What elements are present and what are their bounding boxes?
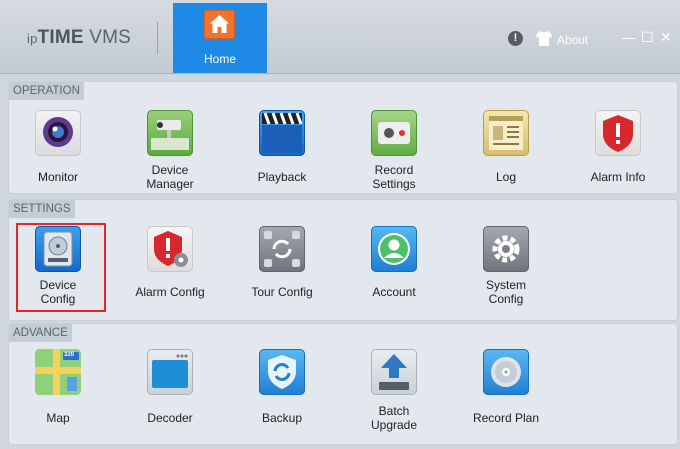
tile-monitor-label: Monitor <box>37 170 78 184</box>
device-config-icon <box>35 226 81 272</box>
home-icon <box>204 10 235 39</box>
record-settings-icon <box>371 110 417 156</box>
tile-alarm-info[interactable]: Alarm Info <box>564 82 672 193</box>
tile-account[interactable]: Account <box>340 200 448 320</box>
tile-playback-label: Playback <box>257 170 307 184</box>
tile-device-manager[interactable]: Device Manager <box>116 82 224 193</box>
tour-config-icon <box>259 226 305 272</box>
map-icon: 320 <box>35 349 81 395</box>
tile-account-label: Account <box>372 285 416 299</box>
tile-log-label: Log <box>495 170 517 184</box>
tile-tour-config-label: Tour Config <box>251 285 313 299</box>
tile-device-config-label: Device Config <box>39 278 77 306</box>
app-logo: ipTIME VMS <box>27 27 131 49</box>
tile-record-plan[interactable]: Record Plan <box>452 324 560 444</box>
tile-backup-label: Backup <box>261 411 303 425</box>
tile-batch-upgrade-label: Batch Upgrade <box>370 404 418 432</box>
title-bar: ipTIME VMS Home ! About — ☐ ✕ <box>0 0 680 74</box>
section-advance: ADVANCE 320 Map Decoder Backup Batch Upg… <box>9 324 677 444</box>
section-operation: OPERATION Monitor Device Manager Playbac… <box>9 82 677 193</box>
section-settings: SETTINGS Device Config Alarm Config Tour… <box>9 200 677 320</box>
tile-alarm-config[interactable]: Alarm Config <box>116 200 224 320</box>
alarm-info-icon <box>595 110 641 156</box>
tile-device-config[interactable]: Device Config <box>4 200 112 320</box>
tile-decoder-label: Decoder <box>147 411 193 425</box>
decoder-icon <box>147 349 193 395</box>
device-manager-icon <box>147 110 193 156</box>
batch-upgrade-icon <box>371 349 417 395</box>
tile-monitor[interactable]: Monitor <box>4 82 112 193</box>
minimize-button[interactable]: — <box>622 30 636 44</box>
brand-suffix: VMS <box>89 27 131 48</box>
map-badge: 320 <box>64 352 75 358</box>
app-window: ipTIME VMS Home ! About — ☐ ✕ OPERATION <box>0 0 680 449</box>
close-button[interactable]: ✕ <box>660 30 672 44</box>
tile-device-manager-label: Device Manager <box>146 163 194 191</box>
playback-icon <box>259 110 305 156</box>
tile-backup[interactable]: Backup <box>228 324 336 444</box>
log-icon <box>483 110 529 156</box>
tile-system-config-label: System Config <box>485 278 526 306</box>
about-link[interactable]: About <box>557 33 588 51</box>
system-config-gear-icon <box>483 226 529 272</box>
tile-decoder[interactable]: Decoder <box>116 324 224 444</box>
tile-record-settings-label: Record Settings <box>372 163 416 191</box>
tile-log[interactable]: Log <box>452 82 560 193</box>
skin-shirt-icon[interactable] <box>536 31 552 46</box>
tile-alarm-config-label: Alarm Config <box>135 285 205 299</box>
tab-home-label: Home <box>203 52 236 66</box>
info-icon[interactable]: ! <box>508 31 523 46</box>
maximize-button[interactable]: ☐ <box>641 30 654 44</box>
tile-alarm-info-label: Alarm Info <box>590 170 646 184</box>
brand-prefix: ip <box>27 31 38 46</box>
tile-record-settings[interactable]: Record Settings <box>340 82 448 193</box>
alarm-config-icon <box>147 226 193 272</box>
tile-system-config[interactable]: System Config <box>452 200 560 320</box>
tile-map-label: Map <box>46 411 70 425</box>
account-icon <box>371 226 417 272</box>
backup-icon <box>259 349 305 395</box>
tile-record-plan-label: Record Plan <box>472 411 540 425</box>
tile-tour-config[interactable]: Tour Config <box>228 200 336 320</box>
monitor-icon <box>35 110 81 156</box>
brand-main: TIME <box>37 27 84 48</box>
record-plan-disc-icon <box>483 349 529 395</box>
tile-map[interactable]: 320 Map <box>4 324 112 444</box>
tab-home[interactable]: Home <box>173 3 267 73</box>
tile-batch-upgrade[interactable]: Batch Upgrade <box>340 324 448 444</box>
brand-divider <box>157 22 158 54</box>
tile-playback[interactable]: Playback <box>228 82 336 193</box>
